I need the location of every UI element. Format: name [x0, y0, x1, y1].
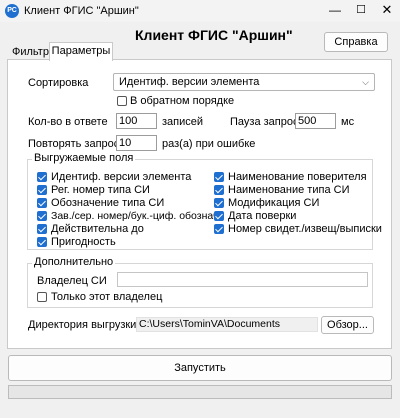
browse-button[interactable]: Обзор... — [321, 316, 374, 334]
retry-unit: раз(а) при ошибке — [162, 138, 256, 150]
only-owner-label: Только этот владелец — [51, 291, 163, 303]
count-label: Кол-во в ответе — [28, 116, 108, 128]
retry-input[interactable]: 10 — [116, 135, 157, 151]
export-dir-field[interactable]: C:\Users\TominVA\Documents — [136, 317, 318, 332]
count-unit: записей — [162, 116, 204, 128]
field-label: Номер свидет./извещ/выписки — [228, 223, 382, 235]
minimize-button[interactable]: — — [323, 0, 347, 20]
retry-label: Повторять запрос — [28, 138, 120, 150]
pause-input[interactable]: 500 — [295, 113, 336, 129]
field-checkbox[interactable] — [214, 224, 224, 234]
owner-label: Владелец СИ — [37, 275, 107, 287]
field-checkbox[interactable] — [214, 198, 224, 208]
field-label: Зав./сер. номер/бук.-циф. обознач. — [51, 210, 222, 222]
title-bar[interactable]: РС Клиент ФГИС "Аршин" — ☐ ✕ — [0, 0, 400, 22]
field-checkbox[interactable] — [214, 185, 224, 195]
field-label: Наименование поверителя — [228, 171, 367, 183]
extra-group-title: Дополнительно — [32, 256, 116, 268]
app-icon: РС — [5, 4, 19, 18]
close-button[interactable]: ✕ — [375, 0, 399, 20]
field-checkbox[interactable] — [37, 237, 47, 247]
count-input[interactable]: 100 — [116, 113, 157, 129]
field-checkbox[interactable] — [37, 172, 47, 182]
maximize-button[interactable]: ☐ — [349, 0, 373, 20]
field-label: Пригодность — [51, 236, 116, 248]
field-label: Модификация СИ — [228, 197, 320, 209]
field-checkbox[interactable] — [37, 198, 47, 208]
app-header-title: Клиент ФГИС "Аршин" — [135, 27, 293, 43]
owner-input[interactable] — [117, 272, 368, 287]
sort-select[interactable]: Идентиф. версии элемента ⌵ — [113, 73, 375, 91]
sort-select-value: Идентиф. версии элемента — [119, 76, 260, 88]
window-title: Клиент ФГИС "Аршин" — [24, 5, 139, 17]
only-owner-checkbox[interactable] — [37, 292, 47, 302]
field-checkbox[interactable] — [214, 172, 224, 182]
field-label: Действительна до — [51, 223, 144, 235]
field-label: Дата поверки — [228, 210, 297, 222]
start-button[interactable]: Запустить — [8, 355, 392, 381]
field-checkbox[interactable] — [37, 211, 47, 221]
sort-label: Сортировка — [28, 77, 89, 89]
chevron-down-icon: ⌵ — [362, 77, 369, 87]
field-label: Наименование типа СИ — [228, 184, 350, 196]
field-checkbox[interactable] — [37, 224, 47, 234]
fields-group-title: Выгружаемые поля — [32, 152, 136, 164]
export-dir-label: Директория выгрузки — [28, 319, 137, 331]
field-label: Идентиф. версии элемента — [51, 171, 192, 183]
reverse-order-label: В обратном порядке — [130, 95, 235, 107]
reverse-order-checkbox[interactable] — [117, 96, 127, 106]
field-label: Обозначение типа СИ — [51, 197, 165, 209]
help-button[interactable]: Справка — [324, 32, 388, 52]
pause-unit: мс — [341, 116, 355, 128]
tab-filter[interactable]: Фильтр — [12, 44, 49, 60]
progress-bar — [8, 385, 392, 399]
field-checkbox[interactable] — [37, 185, 47, 195]
pause-label: Пауза запроса — [230, 116, 305, 128]
field-label: Рег. номер типа СИ — [51, 184, 150, 196]
tab-parameters[interactable]: Параметры — [49, 42, 113, 61]
field-checkbox[interactable] — [214, 211, 224, 221]
